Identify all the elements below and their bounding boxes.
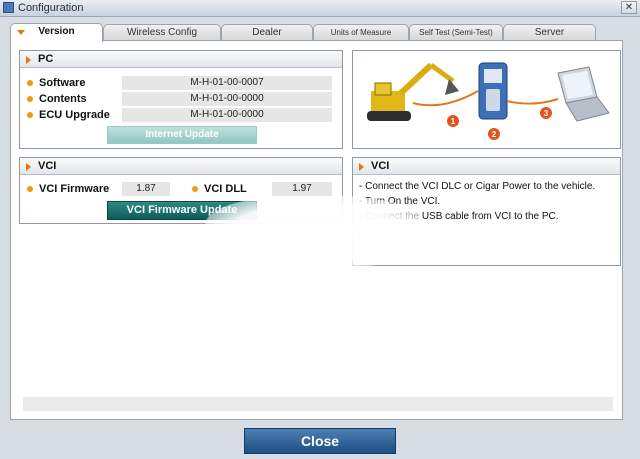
excavator-icon	[367, 62, 459, 121]
vci-dll-label: VCI DLL	[204, 183, 247, 195]
vci-panel-header: VCI	[20, 158, 342, 175]
contents-label: Contents	[39, 93, 87, 105]
window-title: Configuration	[18, 2, 84, 14]
status-bar	[23, 397, 613, 411]
laptop-icon	[557, 66, 610, 122]
bullet-icon	[27, 186, 33, 192]
close-button[interactable]: Close	[244, 428, 396, 454]
software-label: Software	[39, 77, 86, 89]
contents-value: M-H-01-00-0000	[122, 92, 332, 106]
title-bar: Configuration ✕	[0, 0, 640, 17]
tab-units-of-measure[interactable]: Units of Measure	[313, 24, 409, 41]
bullet-icon	[27, 96, 33, 102]
obscured-region	[205, 196, 425, 268]
ecu-upgrade-label: ECU Upgrade	[39, 109, 110, 121]
internet-update-button[interactable]: Internet Update	[107, 126, 257, 144]
vci-dll-value: 1.97	[272, 182, 332, 196]
vci-dll-row: VCI DLL	[192, 182, 272, 196]
vci-firmware-label: VCI Firmware	[39, 183, 110, 195]
pc-panel-title: PC	[38, 53, 54, 65]
tab-self-test[interactable]: Self Test (Semi-Test)	[409, 24, 503, 41]
bullet-icon	[27, 80, 33, 86]
panel-arrow-icon	[359, 163, 364, 171]
tab-server[interactable]: Server	[503, 24, 596, 41]
panel-arrow-icon	[26, 163, 31, 171]
connection-diagram: 1 2 3	[352, 50, 621, 149]
pc-panel-header: PC	[20, 51, 342, 68]
vci-info-title: VCI	[371, 160, 390, 172]
step-number-1: 1	[451, 117, 456, 126]
connection-diagram-graphic: 1 2 3	[367, 62, 610, 140]
instruction-line: - Connect the VCI DLC or Cigar Power to …	[359, 181, 596, 192]
vci-info-header: VCI	[353, 158, 620, 175]
tab-version[interactable]: Version	[10, 23, 103, 42]
tab-label: Version	[38, 26, 75, 37]
step-number-3: 3	[544, 109, 549, 118]
tab-wireless-config[interactable]: Wireless Config	[103, 24, 221, 41]
tab-dealer[interactable]: Dealer	[221, 24, 313, 41]
bullet-icon	[27, 112, 33, 118]
bullet-icon	[192, 186, 198, 192]
ecu-upgrade-value: M-H-01-00-0000	[122, 108, 332, 122]
vci-panel-title: VCI	[38, 160, 57, 172]
tab-arrow-icon	[17, 30, 25, 35]
vci-firmware-value: 1.87	[122, 182, 170, 196]
vci-device-icon	[478, 62, 508, 120]
pc-panel: PC Software M-H-01-00-0007 Contents M-H-…	[19, 50, 343, 149]
panel-arrow-icon	[26, 56, 31, 64]
step-number-2: 2	[492, 130, 497, 139]
app-icon	[3, 2, 14, 13]
software-value: M-H-01-00-0007	[122, 76, 332, 90]
window-close-button[interactable]: ✕	[621, 1, 637, 14]
